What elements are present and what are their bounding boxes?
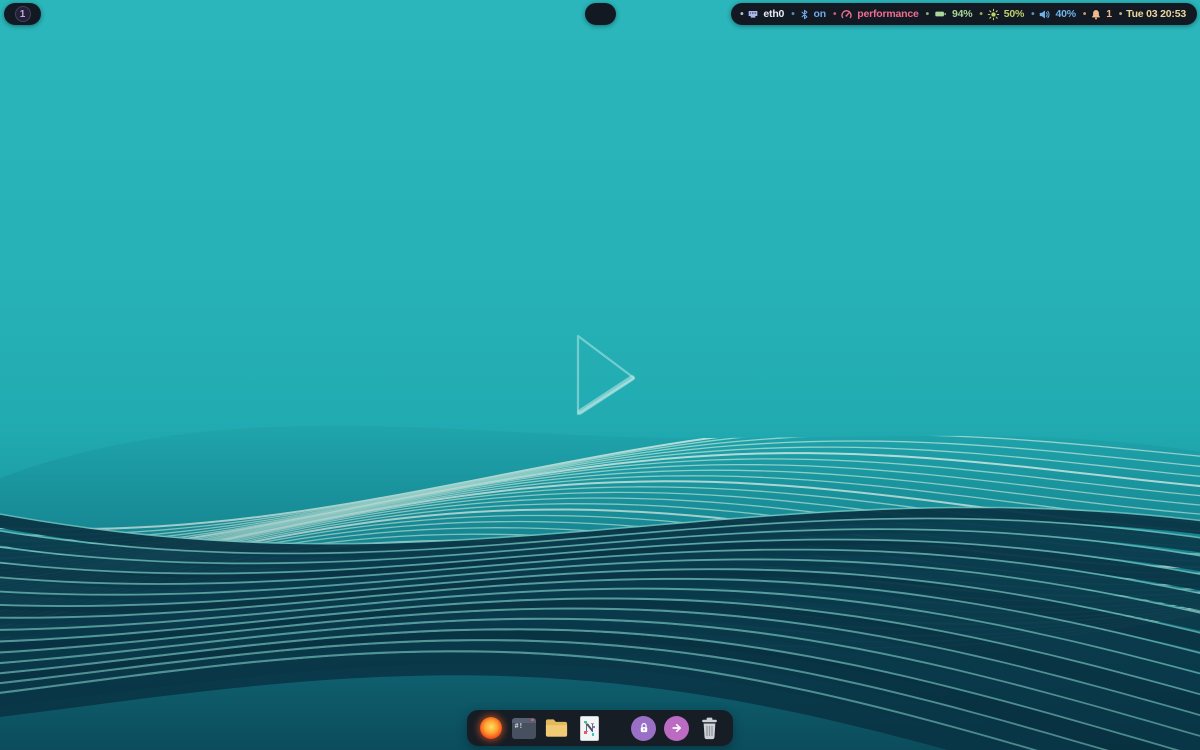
gauge-icon xyxy=(841,9,852,18)
separator-dot: • xyxy=(925,8,930,20)
padlock-icon xyxy=(640,723,647,733)
battery-label: 94% xyxy=(951,8,973,20)
clock-label: Tue 03 20:53 xyxy=(1126,8,1186,20)
separator-dot: • xyxy=(979,8,983,20)
power-profile-label: performance xyxy=(857,8,919,20)
speckle xyxy=(584,731,587,734)
dock-item-lock-screen[interactable] xyxy=(631,715,656,741)
battery-icon xyxy=(935,11,946,17)
dock: #! N xyxy=(467,710,733,746)
notification-count: 1 xyxy=(1106,8,1112,20)
speckle xyxy=(591,733,594,736)
status-module-bluetooth[interactable]: • on xyxy=(791,8,826,21)
network-label: eth0 xyxy=(763,8,785,20)
brightness-label: 50% xyxy=(1003,8,1025,20)
separator-dot: • xyxy=(740,8,744,20)
status-module-battery[interactable]: • 94% xyxy=(926,8,973,20)
speckle xyxy=(592,725,595,728)
separator-dot: • xyxy=(832,8,837,20)
dock-item-file-manager[interactable] xyxy=(544,716,569,741)
dock-item-logout[interactable] xyxy=(664,715,689,741)
terminal-close-dot-icon xyxy=(530,718,534,722)
document-n-icon: N xyxy=(580,715,599,741)
workspace-indicator[interactable]: 1 xyxy=(4,3,41,25)
record-dot-icon xyxy=(479,717,502,739)
wallpaper-waves xyxy=(0,425,1200,750)
separator-dot: • xyxy=(1082,8,1087,20)
dock-item-terminal[interactable]: #! xyxy=(511,716,536,741)
bluetooth-icon xyxy=(801,9,807,19)
dock-item-screen-recorder[interactable] xyxy=(478,716,503,741)
status-module-network[interactable]: • eth0 xyxy=(740,8,784,20)
desktop: 1 • eth0 • on • performance • 94% • 50% … xyxy=(0,0,1200,750)
bell-icon xyxy=(1092,9,1101,19)
topbar-center-pill xyxy=(585,3,616,25)
status-module-notifications[interactable]: • 1 xyxy=(1083,8,1112,21)
status-module-clock[interactable]: • Tue 03 20:53 xyxy=(1119,8,1186,20)
status-module-volume[interactable]: • 40% xyxy=(1031,8,1076,21)
terminal-window-icon: #! xyxy=(511,717,536,739)
trash-can-icon xyxy=(702,717,717,739)
volume-label: 40% xyxy=(1055,8,1076,20)
status-module-power-profile[interactable]: • performance xyxy=(833,8,919,21)
bluetooth-label: on xyxy=(813,8,827,20)
arrow-right-icon xyxy=(671,723,681,733)
separator-dot: • xyxy=(1031,8,1035,20)
status-module-brightness[interactable]: • 50% xyxy=(979,8,1024,21)
speckle xyxy=(584,720,587,723)
sun-icon xyxy=(987,8,999,20)
separator-dot: • xyxy=(1118,8,1123,20)
shebang-glyph: #! xyxy=(514,722,523,731)
folder-icon xyxy=(545,719,568,737)
status-bar: • eth0 • on • performance • 94% • 50% • … xyxy=(731,3,1197,25)
ethernet-icon xyxy=(749,11,758,18)
speaker-icon xyxy=(1040,9,1050,19)
separator-dot: • xyxy=(791,8,795,20)
dock-item-notes[interactable]: N xyxy=(577,715,602,741)
dock-item-trash[interactable] xyxy=(697,716,722,741)
workspace-number[interactable]: 1 xyxy=(14,6,31,22)
